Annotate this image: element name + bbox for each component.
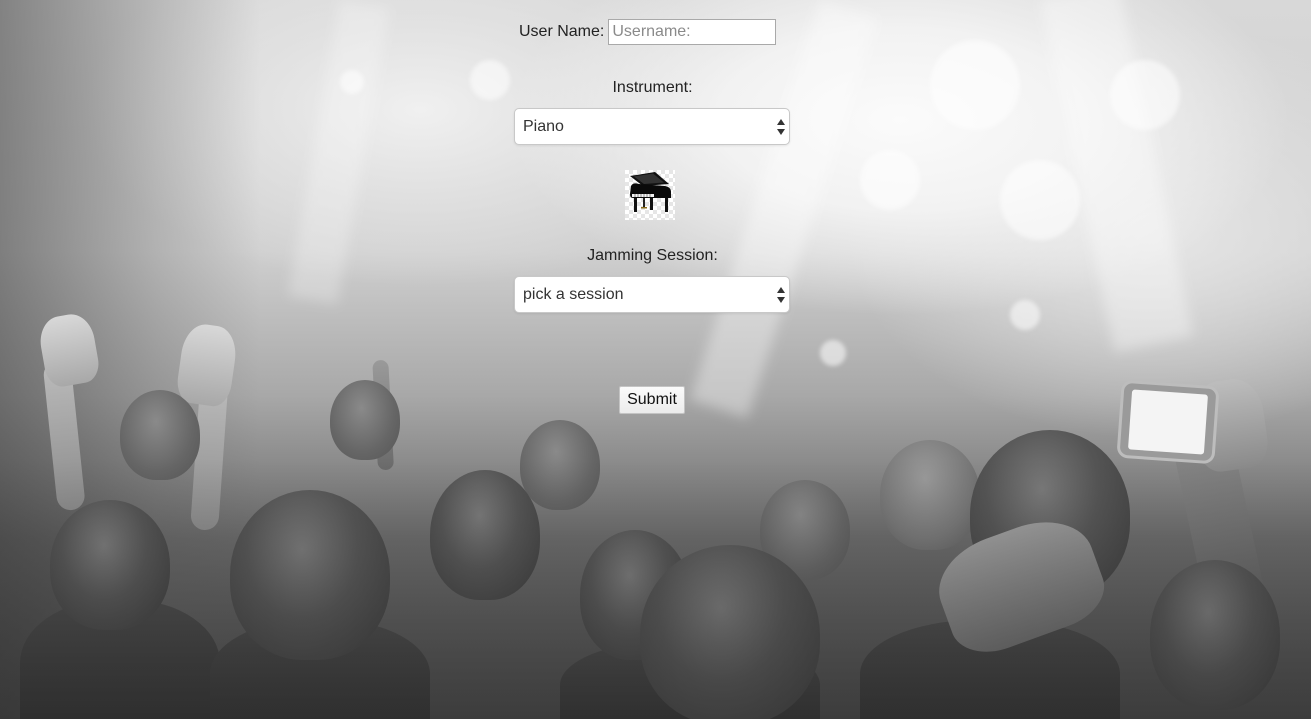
bokeh-light xyxy=(1010,300,1040,330)
select-arrows-icon xyxy=(777,286,785,303)
grand-piano-icon xyxy=(625,170,675,220)
crowd-shadow xyxy=(0,459,1311,719)
instrument-select[interactable]: Piano xyxy=(514,108,790,145)
bokeh-light xyxy=(820,340,846,366)
session-select[interactable]: pick a session xyxy=(514,276,790,313)
crowd-head xyxy=(330,380,400,460)
username-input[interactable] xyxy=(608,19,777,45)
phone-screen xyxy=(1127,389,1209,455)
instrument-select-value: Piano xyxy=(523,117,564,135)
select-arrows-icon xyxy=(777,118,785,135)
session-select-value: pick a session xyxy=(523,285,624,303)
light-beam xyxy=(690,0,878,418)
bokeh-light xyxy=(860,150,920,210)
submit-button[interactable]: Submit xyxy=(619,386,685,414)
bokeh-light xyxy=(1000,160,1080,240)
instrument-label: Instrument: xyxy=(612,79,693,96)
username-label: User Name: xyxy=(519,23,605,40)
session-label: Jamming Session: xyxy=(587,247,718,264)
phone-held-up xyxy=(1119,382,1217,462)
username-row: User Name: xyxy=(519,17,777,47)
